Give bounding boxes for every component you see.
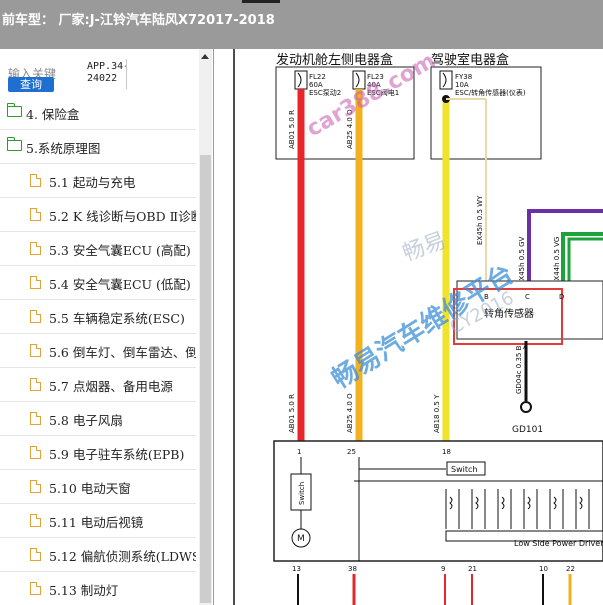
fuse1-desc: ESC泵动2 [309,88,341,97]
document-icon [30,412,41,425]
tree-item[interactable]: 5.5 车辆稳定系统(ESC) [0,301,196,334]
fuse-fy38-icon [439,70,453,90]
tree-item[interactable]: 5.11 电动后视镜 [0,505,196,538]
driver-label: Low Side Power Drivers [514,539,603,548]
pin-top-3: 18 [442,448,451,456]
tree-item[interactable]: 5.2 K 线诊断与OBD Ⅱ诊断 [0,199,196,232]
tree-item[interactable]: 4. 保险盒 [0,97,196,130]
document-icon [30,276,41,289]
tree-item-label: 5.12 偏航侦测系统(LDWS) [49,549,196,564]
scroll-thumb[interactable] [200,155,211,603]
ground-icon [520,401,532,413]
tree-item-label: 5.5 车辆稳定系统(ESC) [49,311,185,326]
tree-item[interactable]: 5.4 安全气囊ECU (低配) [0,267,196,300]
window-control[interactable] [242,0,280,3]
tree-item[interactable]: 5.8 电子风扇 [0,403,196,436]
document-icon [30,344,41,357]
tree-item[interactable]: 5.7 点烟器、备用电源 [0,369,196,402]
folder-icon [6,103,22,117]
scroll-up-arrow-icon[interactable] [201,54,209,59]
tree-item-label: 5.9 电子驻车系统(EPB) [49,447,185,462]
tree-item-label: 5.6 倒车灯、倒车雷达、倒车影像 [49,345,196,360]
sidebar: 输入关键 APP.34-24022 查询 4. 保险盒 5.系统原理图 5.1 起动… [0,49,214,605]
wire-label-sensor-1: EX45h 0.5 WY [476,195,484,245]
wiring-diagram[interactable]: 发动机舱左侧电器盒 驾驶室电器盒 FL22 60A ESC泵动2 FL23 40… [214,49,603,605]
document-icon [30,514,41,527]
tree-item[interactable]: 5.9 电子驻车系统(EPB) [0,437,196,470]
switch-label: Switch [451,465,477,474]
sensor-pin-c: C [525,293,530,301]
title-bar: 前车型： 厂家:J-江铃汽车陆风X72017-2018 [0,0,603,49]
switch-side-label: Switch [298,482,306,505]
fuse1-rating: 60A [309,81,323,89]
ground-label: GD101 [512,425,543,435]
tree-item[interactable]: 5.10 电动天窗 [0,471,196,504]
tree-item-label: 5.7 点烟器、备用电源 [49,379,173,394]
fuse1-name: FL22 [309,73,326,81]
tree-item-label: 5.10 电动天窗 [49,481,131,496]
wire-label-sensor-4: GD04c 0.35 B [515,345,523,394]
document-icon [30,242,41,255]
sidebar-scrollbar[interactable] [199,49,212,605]
pin-bottom-3: 9 [441,565,445,573]
tree-item-label: 5.4 安全气囊ECU (低配) [49,277,191,292]
tree-item[interactable]: 5.1 起动与充电 [0,165,196,198]
motor-label: M [297,534,305,544]
document-icon [30,548,41,561]
document-icon [30,378,41,391]
tree-item-label: 5.2 K 线诊断与OBD Ⅱ诊断 [49,209,196,224]
engine-fuse-box-title: 发动机舱左侧电器盒 [276,52,393,68]
tree-item[interactable]: 5.系统原理图 [0,131,196,164]
tree-item-label: 5.8 电子风扇 [49,413,123,428]
pin-bottom-1: 13 [292,565,301,573]
tree-item[interactable]: 5.6 倒车灯、倒车雷达、倒车影像 [0,335,196,368]
pin-bottom-2: 38 [348,565,357,573]
wire-label-bottom-2: AB25 4.0 O [346,393,354,433]
cabin-fuse-box-title: 驾驶室电器盒 [431,52,509,68]
watermark-2: 畅易 [400,228,450,267]
wire-label-top-1: AB01 5.0 R [288,110,296,149]
query-button[interactable]: 查询 [8,77,54,92]
tree-item[interactable]: 5.13 制动灯 [0,573,196,605]
pin-bottom-6: 22 [566,565,575,573]
document-icon [30,582,41,595]
document-icon [30,480,41,493]
wire-label-bottom-1: AB01 5.0 R [288,394,296,433]
wire-label-sensor-3: EX44h 0.5 VG [553,237,561,285]
tree-item-label: 5.1 起动与充电 [49,175,136,190]
tree-item-label: 5.11 电动后视镜 [49,515,144,530]
pin-top-2: 25 [347,448,356,456]
fuse-fl22-icon [294,70,308,90]
search-input[interactable]: APP.34-24022 [83,59,127,89]
wire-label-sensor-2: EX45h 0.5 GV [518,236,526,285]
tree-item[interactable]: 5.12 偏航侦测系统(LDWS) [0,539,196,572]
tree-item-label: 4. 保险盒 [26,107,80,122]
pin-top-1: 1 [297,448,301,456]
vehicle-title: 前车型： 厂家:J-江铃汽车陆风X72017-2018 [2,13,275,28]
tree-item-label: 5.系统原理图 [26,141,101,156]
fuse3-name: FY38 [455,73,472,81]
sensor-pin-d: D [559,293,564,301]
tree-item-label: 5.3 安全气囊ECU (高配) [49,243,191,258]
fuse3-desc: ESC/转角传感器(仪表) [455,88,526,97]
pin-bottom-4: 21 [468,565,477,573]
tree-item-label: 5.13 制动灯 [49,583,119,598]
pin-bottom-5: 10 [539,565,548,573]
document-icon [30,446,41,459]
fuse3-rating: 10A [455,81,469,89]
folder-open-icon [6,137,22,151]
tree-item[interactable]: 5.3 安全气囊ECU (高配) [0,233,196,266]
diagram-canvas: 发动机舱左侧电器盒 驾驶室电器盒 FL22 60A ESC泵动2 FL23 40… [233,49,603,605]
document-icon [30,174,41,187]
document-icon [30,208,41,221]
wire-label-bottom-3: AB18 0.5 Y [433,394,441,433]
document-icon [30,310,41,323]
